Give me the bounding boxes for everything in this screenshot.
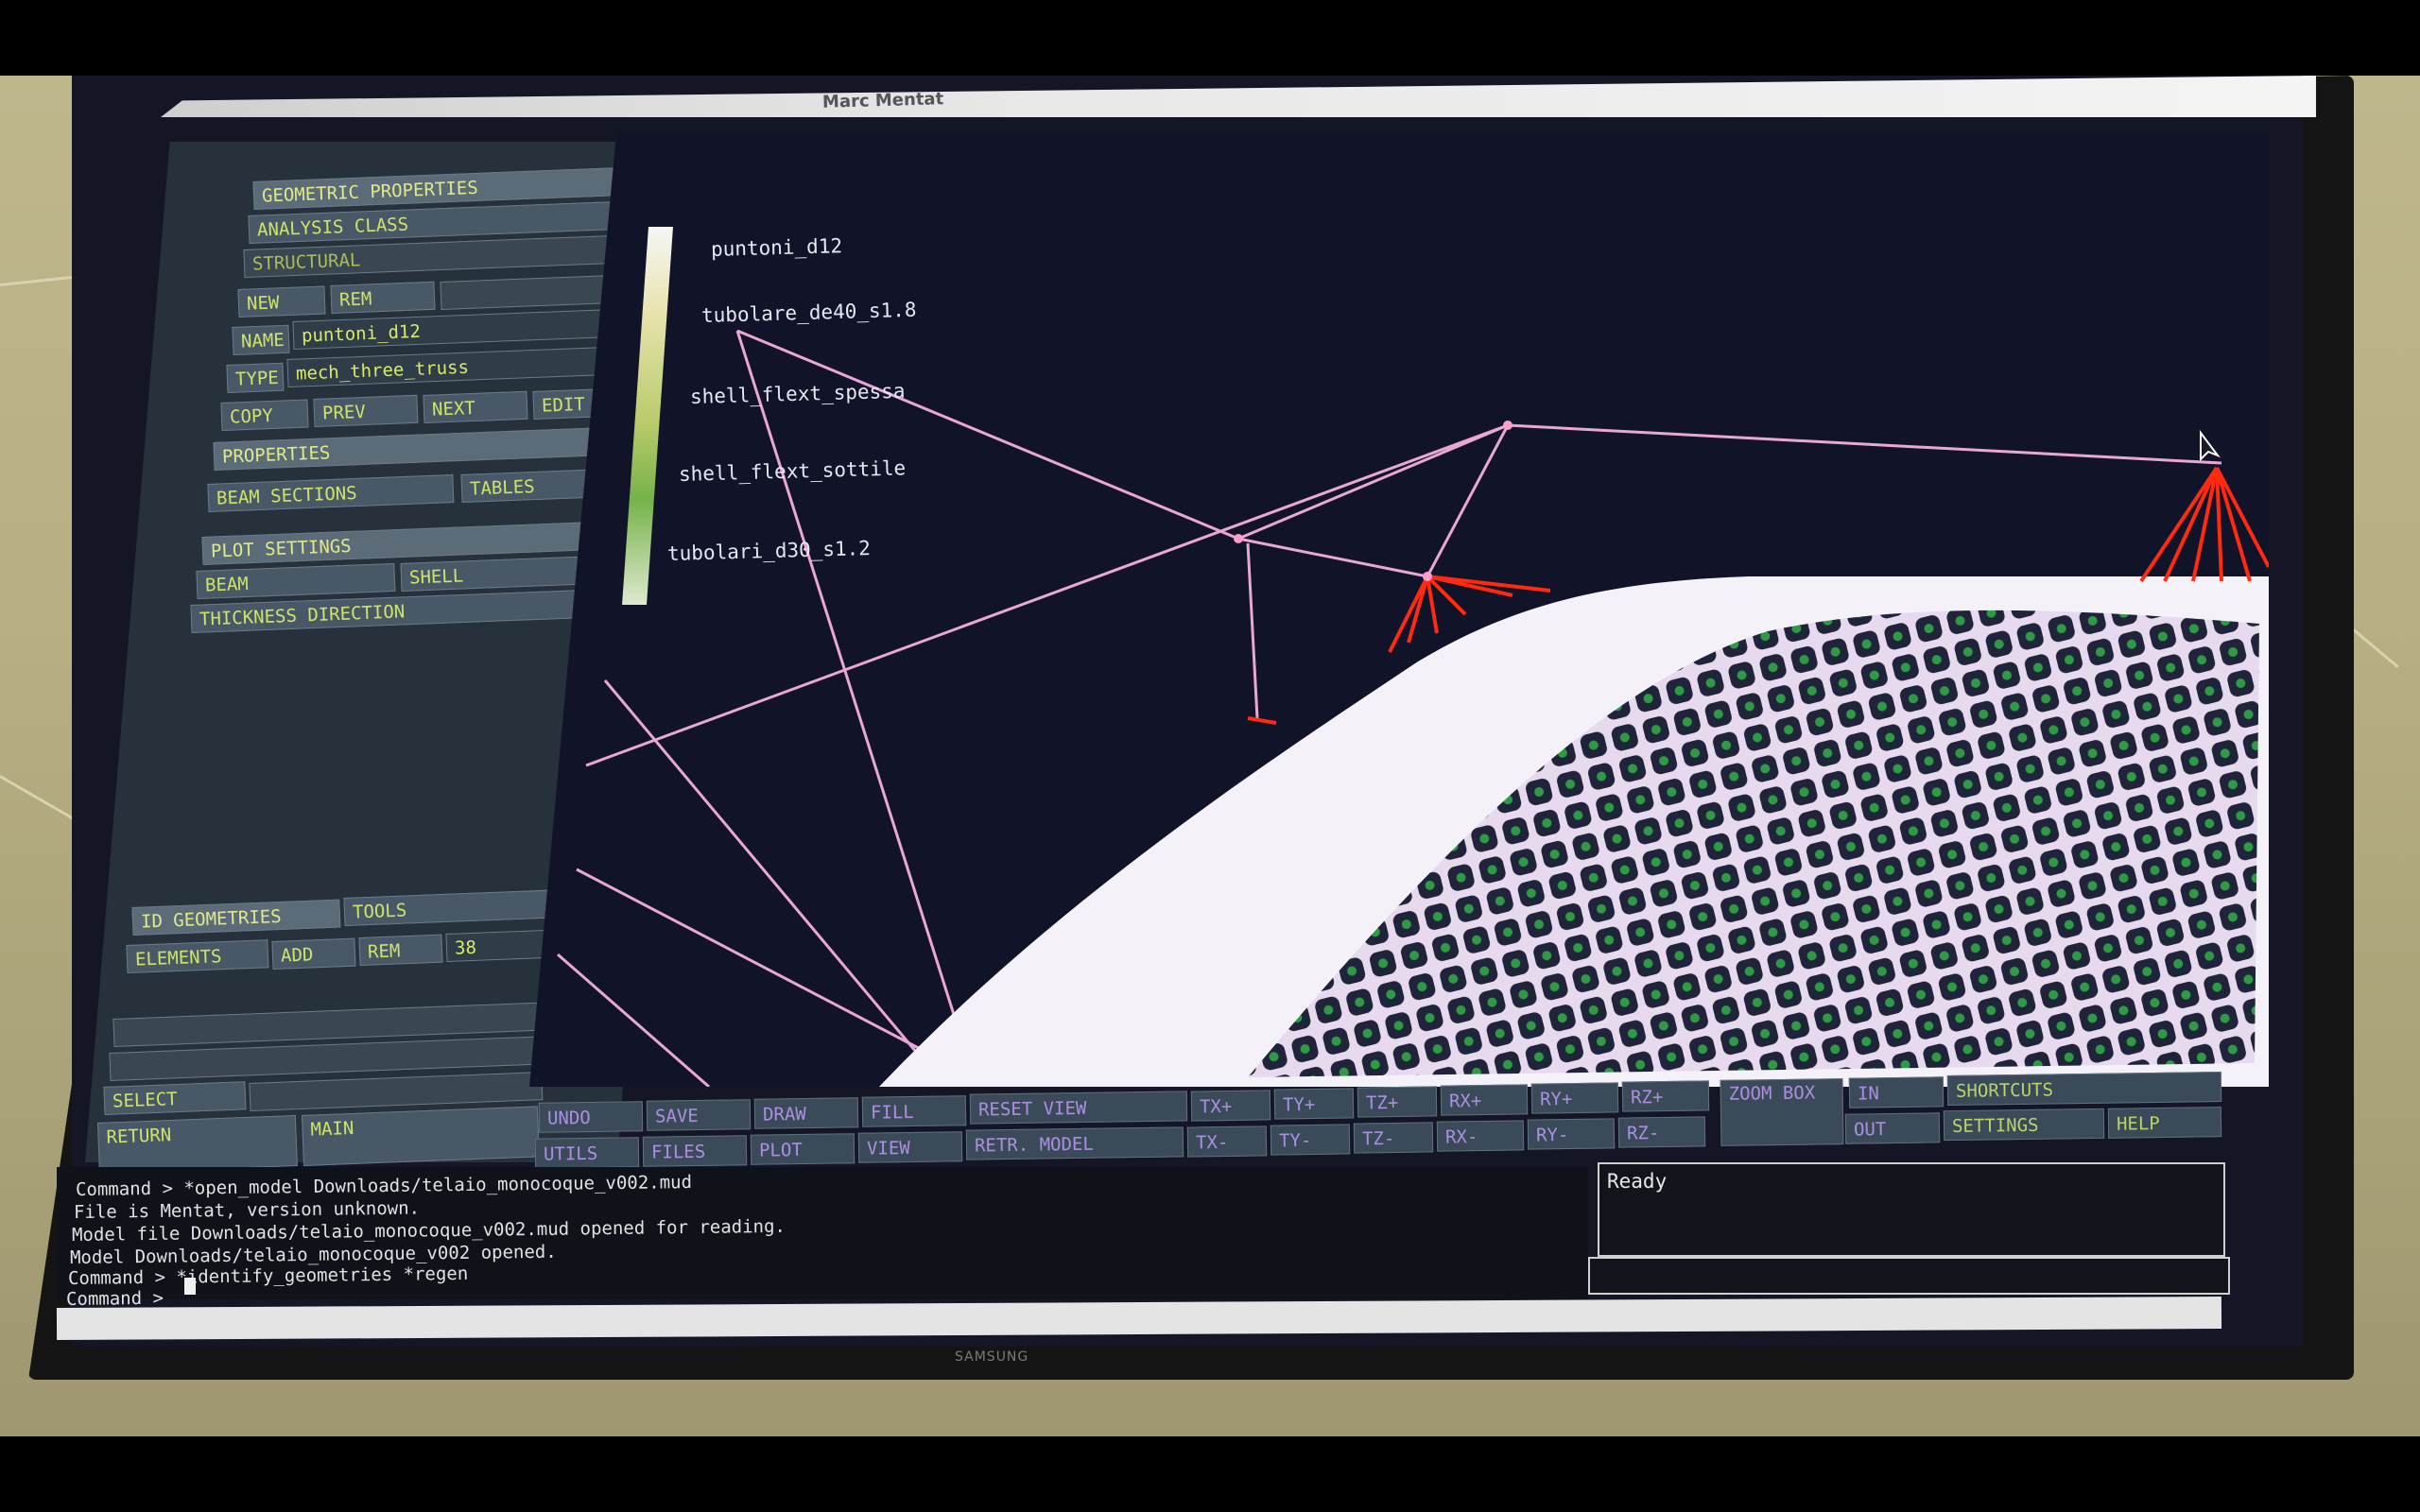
zoom-box-button[interactable]: ZOOM BOX [1720, 1078, 1844, 1146]
ry-plus-button[interactable]: RY+ [1530, 1082, 1619, 1114]
view-button[interactable]: VIEW [857, 1131, 963, 1163]
zoom-out-button[interactable]: OUT [1844, 1112, 1941, 1144]
console-line: File is Mentat, version unknown. [73, 1197, 421, 1223]
zoom-in-button[interactable]: IN [1848, 1076, 1945, 1108]
ty-minus-button[interactable]: TY- [1270, 1124, 1351, 1156]
truss-fan-right [2139, 466, 2269, 583]
tz-plus-button[interactable]: TZ+ [1357, 1086, 1438, 1118]
rz-minus-button[interactable]: RZ- [1617, 1116, 1706, 1148]
status-panel [1598, 1162, 2225, 1257]
files-button[interactable]: FILES [642, 1135, 748, 1167]
plot-button[interactable]: PLOT [750, 1133, 856, 1165]
reset-view-button[interactable]: RESET VIEW [969, 1091, 1188, 1125]
rz-plus-button[interactable]: RZ+ [1621, 1080, 1710, 1112]
ry-minus-button[interactable]: RY- [1527, 1118, 1616, 1150]
ty-plus-button[interactable]: TY+ [1273, 1088, 1355, 1120]
draw-button[interactable]: DRAW [753, 1097, 859, 1129]
status-text: Ready [1607, 1170, 1668, 1193]
mouse-pointer-icon [2200, 430, 2221, 462]
status-secondary-panel [1588, 1257, 2230, 1295]
retr-model-button[interactable]: RETR. MODEL [965, 1126, 1184, 1160]
text-cursor [184, 1278, 196, 1295]
tx-minus-button[interactable]: TX- [1186, 1125, 1268, 1158]
tx-plus-button[interactable]: TX+ [1190, 1090, 1271, 1122]
utils-button[interactable]: UTILS [534, 1137, 640, 1169]
legend-item: puntoni_d12 [710, 234, 843, 261]
rx-minus-button[interactable]: RX- [1436, 1120, 1525, 1152]
rx-plus-button[interactable]: RX+ [1440, 1084, 1529, 1116]
save-button[interactable]: SAVE [646, 1099, 752, 1131]
fill-button[interactable]: FILL [861, 1095, 967, 1127]
settings-button[interactable]: SETTINGS [1943, 1108, 2105, 1142]
help-button[interactable]: HELP [2107, 1107, 2222, 1139]
shortcuts-button[interactable]: SHORTCUTS [1946, 1071, 2222, 1107]
undo-button[interactable]: UNDO [538, 1101, 644, 1133]
node-markers [1234, 421, 1512, 581]
monitor-brand-logo: SAMSUNG [955, 1349, 1029, 1365]
tz-minus-button[interactable]: TZ- [1353, 1122, 1434, 1154]
